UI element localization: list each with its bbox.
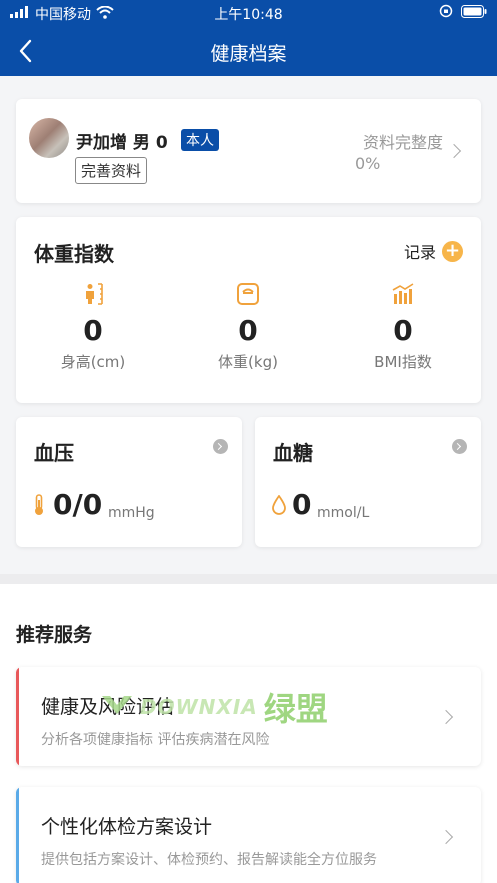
section-divider bbox=[0, 574, 497, 584]
service-title: 健康及风险评估 bbox=[41, 696, 175, 718]
bmi-chart-icon bbox=[391, 282, 415, 306]
height-value: 0 bbox=[83, 314, 103, 347]
bmi-label: BMI指数 bbox=[374, 353, 432, 371]
status-time: 上午10:48 bbox=[214, 7, 283, 23]
metric-weight: 0 体重(kg) bbox=[183, 282, 313, 372]
metric-height: 0 身高(cm) bbox=[28, 282, 158, 372]
thermometer-icon bbox=[32, 494, 46, 520]
completeness-label: 资料完整度 bbox=[362, 133, 443, 152]
chevron-right-icon bbox=[438, 709, 454, 725]
height-label: 身高(cm) bbox=[60, 353, 126, 371]
status-right bbox=[439, 4, 487, 22]
blood-sugar-card[interactable]: 血糖 0 mmol/L bbox=[255, 417, 481, 547]
arrow-circle-icon[interactable] bbox=[452, 439, 467, 454]
chevron-right-icon[interactable] bbox=[446, 143, 462, 159]
metric-bmi: 0 BMI指数 bbox=[338, 282, 468, 372]
plus-icon: + bbox=[442, 240, 463, 262]
header: 中国移动 上午10:48 健康档案 bbox=[0, 0, 497, 76]
height-icon bbox=[81, 282, 105, 306]
profile-card[interactable]: 尹加增 男 0 本人 完善资料 资料完整度 0% bbox=[16, 99, 481, 203]
avatar[interactable] bbox=[29, 118, 69, 158]
self-badge: 本人 bbox=[181, 129, 219, 151]
drop-icon bbox=[272, 494, 286, 519]
nav-bar: 健康档案 bbox=[0, 26, 497, 76]
service-subtitle: 分析各项健康指标 评估疾病潜在风险 bbox=[41, 732, 270, 748]
chevron-right-icon bbox=[438, 829, 454, 845]
service-subtitle: 提供包括方案设计、体检预约、报告解读能全方位服务 bbox=[41, 852, 377, 868]
blood-pressure-card[interactable]: 血压 0/0 mmHg bbox=[16, 417, 242, 547]
bmi-value: 0 bbox=[393, 314, 413, 347]
record-label: 记录 bbox=[403, 243, 436, 262]
battery-icon bbox=[461, 4, 487, 22]
complete-profile-button[interactable]: 完善资料 bbox=[75, 157, 148, 184]
blood-pressure-unit: mmHg bbox=[108, 505, 155, 521]
weight-title: 体重指数 bbox=[34, 242, 114, 266]
weight-value: 0 bbox=[238, 314, 258, 347]
blood-pressure-title: 血压 bbox=[34, 441, 74, 465]
service-card-checkup-plan[interactable]: 个性化体检方案设计 提供包括方案设计、体检预约、报告解读能全方位服务 bbox=[16, 787, 481, 883]
blood-pressure-value: 0/0 bbox=[53, 488, 103, 521]
service-title: 个性化体检方案设计 bbox=[41, 816, 213, 838]
status-bar: 中国移动 上午10:48 bbox=[0, 0, 497, 26]
page-title: 健康档案 bbox=[210, 43, 287, 65]
profile-name: 尹加增 男 0 bbox=[76, 133, 168, 153]
blood-sugar-title: 血糖 bbox=[273, 441, 313, 465]
card-accent bbox=[16, 667, 19, 766]
recommended-title: 推荐服务 bbox=[16, 624, 93, 646]
arrow-circle-icon[interactable] bbox=[213, 439, 228, 454]
rotation-lock-icon bbox=[439, 4, 453, 22]
service-card-risk-assessment[interactable]: 健康及风险评估 分析各项健康指标 评估疾病潜在风险 bbox=[16, 667, 481, 766]
card-accent bbox=[16, 787, 19, 883]
blood-sugar-value: 0 bbox=[292, 488, 312, 521]
record-button[interactable]: 记录 + bbox=[404, 239, 463, 263]
weight-index-card: 体重指数 记录 + 0 身高(cm) 0 体重(kg) 0 BMI指数 bbox=[16, 217, 481, 403]
blood-sugar-unit: mmol/L bbox=[317, 505, 370, 521]
scale-icon bbox=[236, 282, 260, 306]
weight-label: 体重(kg) bbox=[218, 353, 278, 371]
completeness-value: 0% bbox=[355, 154, 381, 173]
